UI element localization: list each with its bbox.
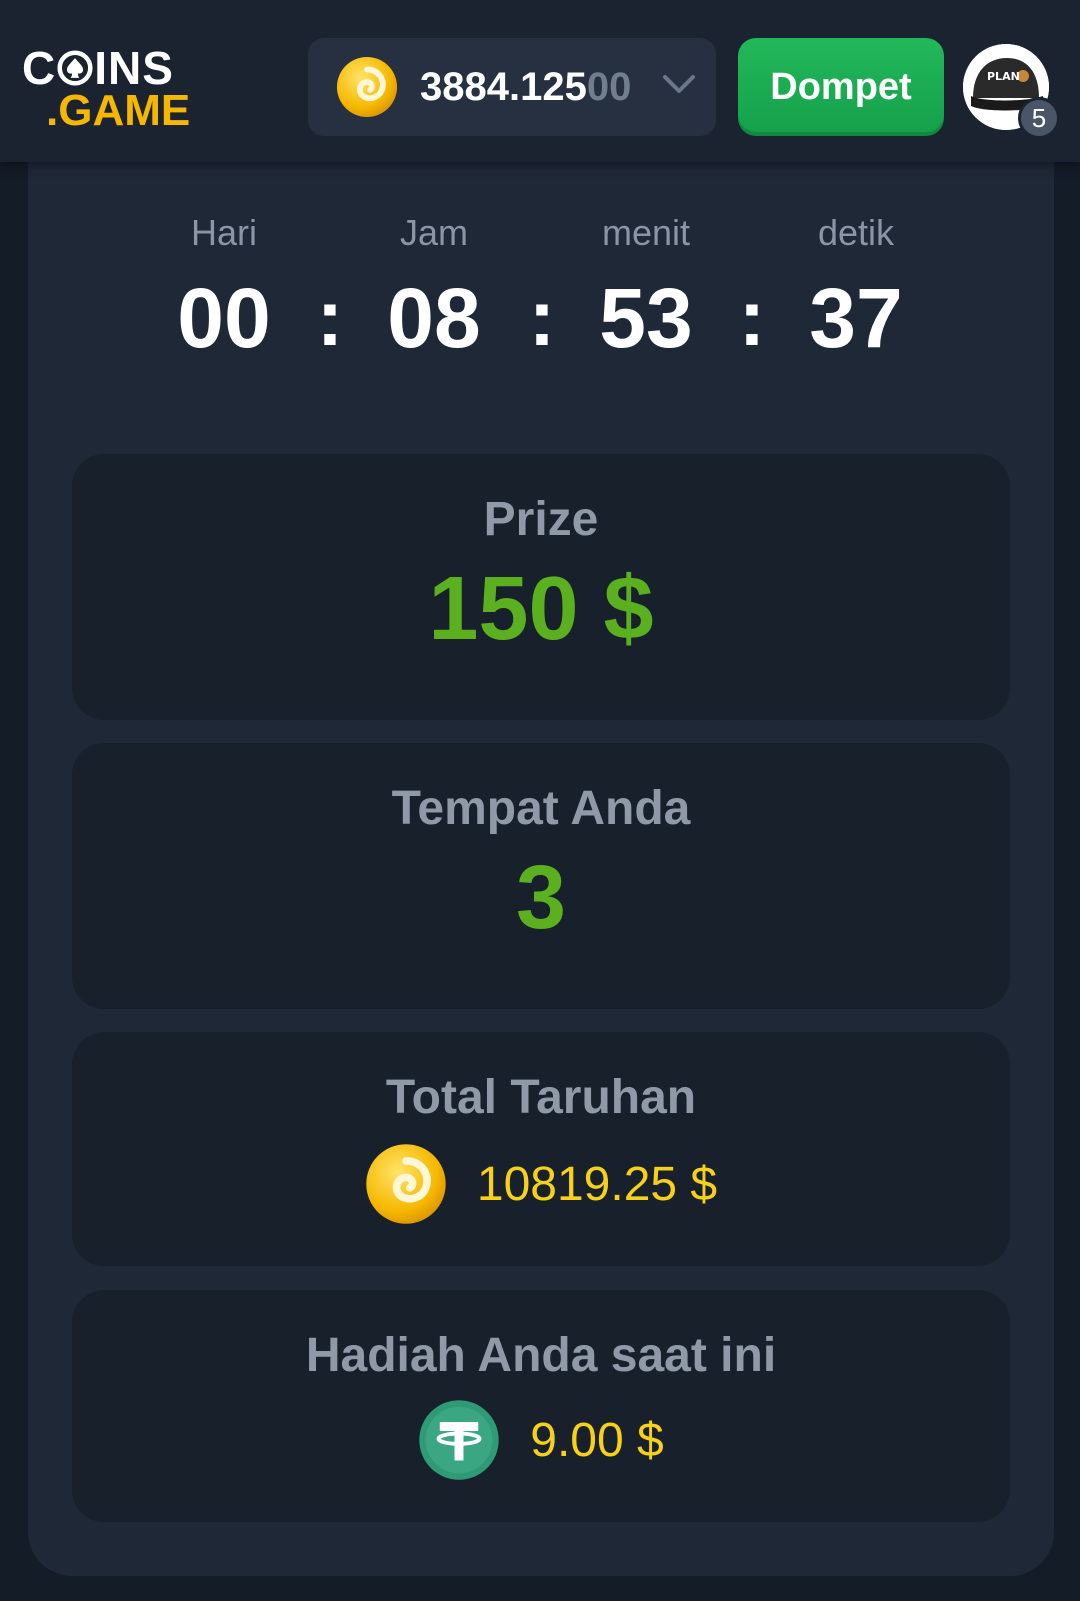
place-card: Tempat Anda 3: [72, 743, 1010, 1009]
countdown-days-label: Hari: [190, 212, 257, 253]
place-value: 3: [515, 848, 567, 948]
tether-icon: [419, 1400, 499, 1480]
balance-amount: 3884.12500: [420, 64, 632, 109]
current-reward-value: 9.00 $: [530, 1413, 664, 1467]
total-bet-row: 10819.25 $: [72, 1143, 1010, 1225]
countdown-seconds-label: detik: [817, 212, 895, 253]
current-reward-card: Hadiah Anda saat ini 9.00 $: [72, 1290, 1010, 1522]
coins-game-logo[interactable]: C INS .GAME: [22, 42, 192, 135]
balance-selector[interactable]: 3884.12500: [308, 38, 716, 136]
total-bet-card: Total Taruhan 10819.25 $: [72, 1032, 1010, 1266]
prize-title: Prize: [483, 493, 599, 546]
coin-icon: [366, 1144, 446, 1224]
total-bet-value: 10819.25 $: [476, 1157, 718, 1211]
countdown-hours-label: Jam: [399, 212, 468, 253]
spade-icon: [57, 50, 93, 86]
countdown-days-value: 00: [177, 271, 271, 365]
logo-text-bottom: .GAME: [46, 86, 191, 135]
chevron-down-icon: [663, 75, 695, 93]
prize-value: 150 $: [428, 559, 654, 659]
countdown-seconds-value: 37: [809, 271, 903, 365]
prize-card: Prize 150 $: [72, 454, 1010, 720]
user-avatar[interactable]: PLAN 5: [963, 44, 1060, 139]
current-reward-title: Hadiah Anda saat ini: [305, 1329, 777, 1382]
notification-badge: 5: [1018, 97, 1060, 139]
countdown-hours-value: 08: [387, 271, 481, 365]
countdown-minutes-value: 53: [599, 271, 693, 365]
place-title: Tempat Anda: [391, 782, 691, 835]
total-bet-title: Total Taruhan: [385, 1071, 697, 1124]
svg-text:PLAN: PLAN: [987, 70, 1020, 83]
top-header: C INS .GAME 3884.12500 Dompet PLAN 5: [0, 0, 1080, 162]
wallet-button[interactable]: Dompet: [738, 38, 944, 136]
coin-icon: [336, 56, 398, 118]
current-reward-row: 9.00 $: [72, 1399, 1010, 1481]
logo-text-top: C INS: [22, 42, 174, 94]
countdown-minutes-label: menit: [601, 212, 691, 253]
